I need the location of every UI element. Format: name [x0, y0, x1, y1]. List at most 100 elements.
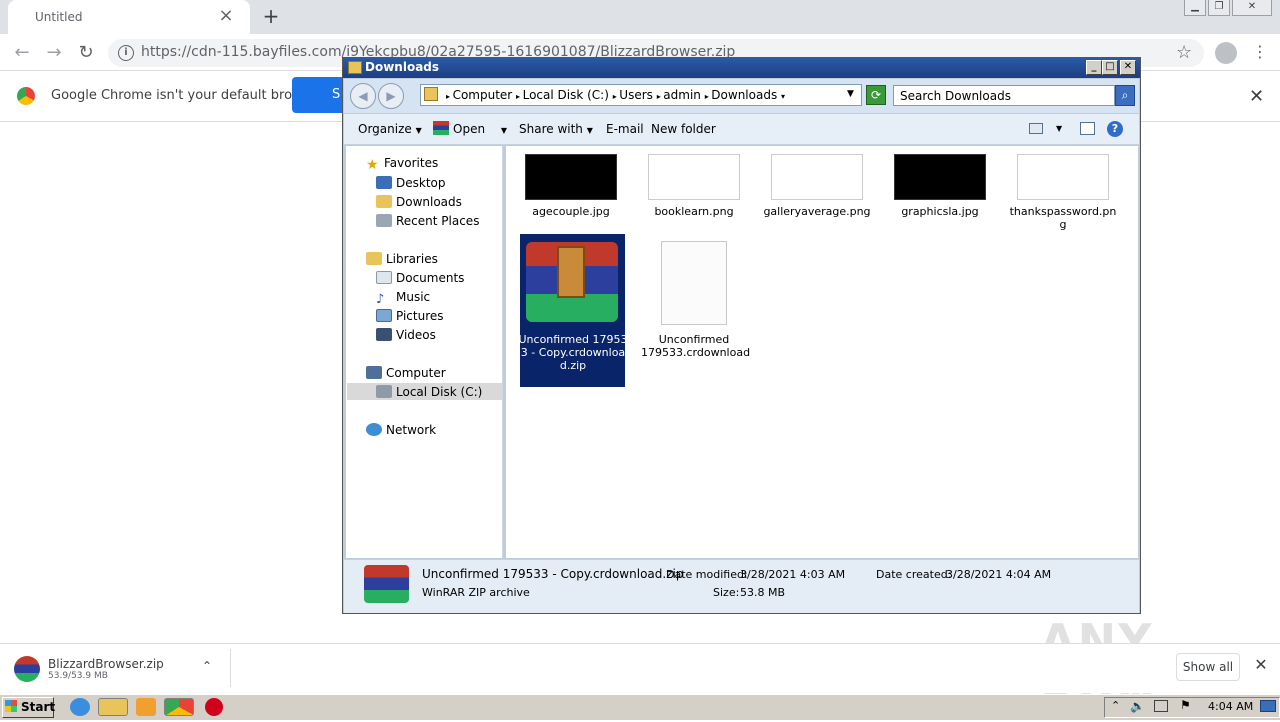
volume-icon[interactable]: 🔈 [1130, 699, 1145, 713]
music-icon: ♪ [376, 292, 385, 307]
close-window-icon[interactable]: ✕ [1232, 0, 1272, 16]
network-tray-icon[interactable] [1154, 700, 1168, 712]
blank-document-icon[interactable] [661, 241, 727, 325]
nav-libraries[interactable]: Libraries [366, 252, 438, 266]
nav-network[interactable]: Network [366, 423, 436, 437]
winrar-open-icon [433, 121, 449, 135]
explorer-title: Downloads [365, 60, 440, 74]
download-progress: 53.9/53.9 MB [48, 671, 108, 681]
nav-videos[interactable]: Videos [376, 328, 436, 342]
videos-icon [376, 328, 392, 341]
tab-close-icon[interactable]: × [216, 6, 236, 26]
file-name[interactable]: graphicsla.jpg [885, 205, 995, 218]
breadcrumb-users[interactable]: Users [619, 88, 653, 102]
explorer-minimize-button[interactable]: _ [1086, 60, 1102, 75]
nav-music[interactable]: ♪ Music [376, 290, 430, 307]
downloads-folder-icon [376, 195, 392, 208]
nav-favorites[interactable]: ★ Favorites [366, 156, 438, 173]
action-center-flag-icon[interactable]: ⚑ [1180, 698, 1191, 712]
details-filetype: WinRAR ZIP archive [422, 586, 530, 599]
explorer-maximize-button[interactable]: □ [1102, 60, 1118, 75]
preview-pane-icon[interactable] [1080, 122, 1095, 135]
security-taskbar-icon[interactable] [205, 698, 223, 716]
open-button[interactable]: Open ▼ [453, 122, 507, 136]
chrome-logo-icon [17, 87, 35, 105]
email-button[interactable]: E-mail [606, 122, 644, 136]
download-shelf-close-icon[interactable]: ✕ [1253, 657, 1269, 673]
nav-pictures[interactable]: Pictures [376, 309, 444, 323]
details-modified-label: Date modified: [666, 568, 748, 581]
infobar-close-icon[interactable]: ✕ [1249, 86, 1264, 107]
file-name[interactable]: agecouple.jpg [516, 205, 626, 218]
star-icon: ★ [366, 157, 379, 173]
nav-downloads[interactable]: Downloads [376, 195, 462, 209]
file-thumbnail[interactable] [771, 154, 863, 200]
show-all-button[interactable]: Show all [1176, 653, 1240, 681]
file-thumbnail[interactable] [525, 154, 617, 200]
explorer-forward-button[interactable]: ▶ [378, 83, 404, 109]
site-info-icon[interactable]: i [118, 45, 134, 61]
nav-recent-places[interactable]: Recent Places [376, 214, 479, 228]
local-disk-icon [376, 385, 392, 398]
share-with-button[interactable]: Share with ▼ [519, 122, 593, 136]
download-filename[interactable]: BlizzardBrowser.zip [48, 657, 164, 671]
breadcrumb-admin[interactable]: admin [663, 88, 701, 102]
file-name[interactable]: Unconfirmed 179533 - Copy.crdownload.zip [518, 333, 628, 372]
pictures-icon [376, 309, 392, 322]
details-modified-value: 3/28/2021 4:03 AM [740, 568, 846, 581]
media-player-taskbar-icon[interactable] [136, 698, 156, 716]
winrar-belt-icon [557, 246, 585, 298]
bookmark-star-icon[interactable]: ☆ [1176, 42, 1192, 63]
nav-local-disk[interactable]: Local Disk (C:) [376, 385, 482, 399]
file-name[interactable]: booklearn.png [639, 205, 749, 218]
back-icon[interactable]: ← [11, 42, 33, 64]
search-icon[interactable]: ⌕ [1115, 85, 1135, 106]
explorer-back-button[interactable]: ◀ [350, 83, 376, 109]
breadcrumb-local-disk[interactable]: Local Disk (C:) [523, 88, 609, 102]
libraries-icon [366, 252, 382, 265]
explorer-taskbar-icon[interactable] [98, 698, 128, 716]
profile-avatar-icon[interactable] [1215, 42, 1237, 64]
help-icon[interactable]: ? [1107, 121, 1123, 137]
refresh-icon[interactable]: ⟳ [866, 85, 886, 105]
file-name[interactable]: Unconfirmed 179533.crdownload [641, 333, 750, 359]
view-dropdown-icon[interactable]: ▼ [1056, 124, 1062, 133]
tray-expand-icon[interactable]: ⌃ [1111, 699, 1120, 712]
breadcrumb: ▸ Computer ▸ Local Disk (C:) ▸ Users ▸ a… [446, 88, 786, 102]
nav-computer[interactable]: Computer [366, 366, 446, 380]
details-size-value: 53.8 MB [740, 586, 786, 599]
change-view-icon[interactable] [1029, 123, 1043, 134]
nav-documents[interactable]: Documents [376, 271, 464, 285]
file-name[interactable]: galleryaverage.png [762, 205, 872, 218]
file-thumbnail[interactable] [1017, 154, 1109, 200]
file-name[interactable]: thankspassword.png [1008, 205, 1118, 231]
explorer-titlebar[interactable] [343, 58, 1140, 78]
explorer-close-button[interactable]: ✕ [1120, 60, 1136, 75]
new-folder-button[interactable]: New folder [651, 122, 716, 136]
desktop-icon [376, 176, 392, 189]
details-winrar-icon [364, 565, 409, 603]
clock[interactable]: 4:04 AM [1208, 700, 1253, 713]
forward-icon[interactable]: → [43, 42, 65, 64]
download-menu-chevron-icon[interactable]: ⌃ [199, 659, 215, 675]
infobar-message: Google Chrome isn't your default browser [51, 88, 323, 103]
file-thumbnail[interactable] [648, 154, 740, 200]
nav-desktop[interactable]: Desktop [376, 176, 446, 190]
new-tab-icon[interactable]: + [260, 5, 282, 27]
restore-window-icon[interactable]: ❐ [1208, 0, 1230, 16]
address-dropdown-icon[interactable]: ▼ [847, 89, 854, 99]
minimize-window-icon[interactable]: ▁ [1184, 0, 1206, 16]
download-shelf [0, 643, 1280, 693]
organize-button[interactable]: Organize ▼ [358, 122, 422, 136]
menu-kebab-icon[interactable]: ⋮ [1252, 42, 1268, 61]
download-separator [230, 649, 231, 687]
reload-icon[interactable]: ↻ [75, 42, 97, 64]
chrome-taskbar-icon[interactable] [164, 698, 194, 716]
ie-taskbar-icon[interactable] [70, 698, 90, 716]
breadcrumb-downloads[interactable]: Downloads [711, 88, 777, 102]
show-desktop-icon[interactable] [1260, 700, 1276, 712]
breadcrumb-computer[interactable]: Computer [453, 88, 513, 102]
tab-title: Untitled [35, 10, 83, 24]
file-thumbnail[interactable] [894, 154, 986, 200]
search-input[interactable]: Search Downloads [893, 85, 1115, 106]
